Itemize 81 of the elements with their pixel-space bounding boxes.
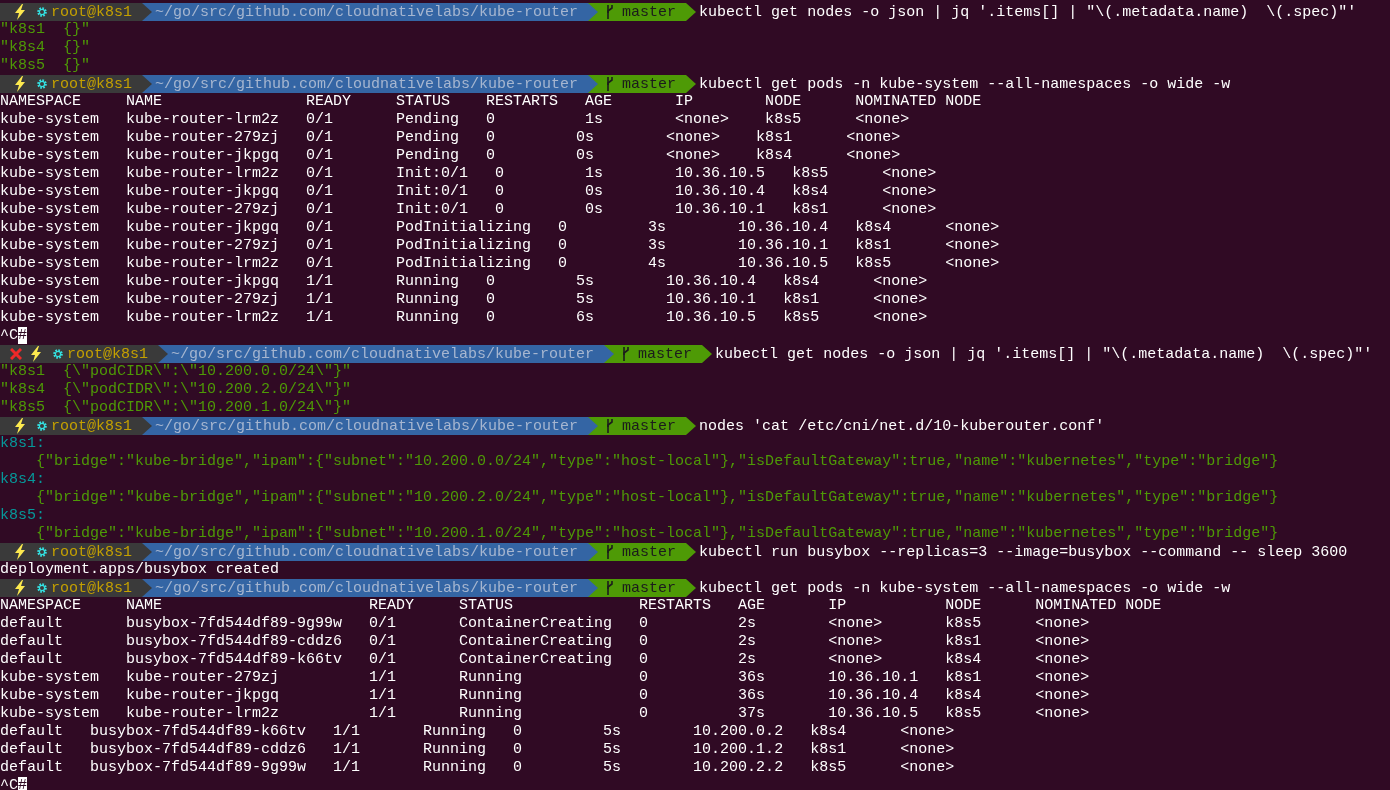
output-line: default busybox-7fd544df89-cddz6 1/1 Running 0 5s 10.200.1.2 k8s1 <none> (0, 741, 955, 758)
error-cross-icon (10, 348, 22, 360)
prompt-user: root@k8s1 (51, 543, 132, 561)
prompt-path: ~/go/src/github.com/cloudnativelabs/kube-router (155, 543, 579, 561)
output-line: "k8s1 {}" (0, 21, 90, 38)
prompt-user: root@k8s1 (67, 345, 148, 363)
output-line: kube-system kube-router-lrm2z 1/1 Running 0 37s 10.36.10.5 k8s5 <none> (0, 705, 1090, 722)
prompt-path: ~/go/src/github.com/cloudnativelabs/kube-router (171, 345, 595, 363)
command-text: kubectl get nodes -o json | jq '.items[] | "\(.metadata.name) \(.spec)"' (698, 3, 1357, 21)
output-line: kube-system kube-router-lrm2z 0/1 Pending 0 1s <none> k8s5 <none> (0, 111, 910, 128)
output-line: default busybox-7fd544df89-k66tv 1/1 Running 0 5s 10.200.0.2 k8s4 <none> (0, 723, 955, 740)
branch-icon (622, 347, 631, 361)
output-line: kube-system kube-router-jkpgq 1/1 Running 0 5s 10.36.10.4 k8s4 <none> (0, 273, 928, 290)
output-line: k8s4: (0, 471, 45, 488)
gear-icon (36, 420, 48, 432)
branch-name: master (622, 417, 677, 435)
gear-icon (36, 78, 48, 90)
output-line: default busybox-7fd544df89-k66tv 0/1 ContainerCreating 0 2s <none> k8s4 <none> (0, 651, 1090, 668)
prompt-user: root@k8s1 (51, 3, 132, 21)
prompt-path: ~/go/src/github.com/cloudnativelabs/kube-router (155, 3, 579, 21)
branch-icon (606, 581, 615, 595)
gear-icon (36, 6, 48, 18)
branch-name: master (622, 543, 677, 561)
output-line: NAMESPACE NAME READY STATUS RESTARTS AGE IP NODE NOMINATED NODE (0, 93, 982, 110)
lightning-icon (14, 418, 26, 434)
output-line: k8s1: (0, 435, 45, 452)
output-line: kube-system kube-router-lrm2z 1/1 Running 0 6s 10.36.10.5 k8s5 <none> (0, 309, 928, 326)
prompt-path: ~/go/src/github.com/cloudnativelabs/kube-router (155, 75, 579, 93)
gear-icon (52, 348, 64, 360)
command-text: nodes 'cat /etc/cni/net.d/10-kuberouter.conf' (698, 417, 1105, 435)
branch-icon (606, 545, 615, 559)
lightning-icon (14, 76, 26, 92)
branch-icon (606, 77, 615, 91)
prompt-path: ~/go/src/github.com/cloudnativelabs/kube-router (155, 417, 579, 435)
lightning-icon (14, 544, 26, 560)
output-line: "k8s5 {\"podCIDR\":\"10.200.1.0/24\"}" (0, 399, 352, 416)
output-line: kube-system kube-router-jkpgq 1/1 Running 0 36s 10.36.10.4 k8s4 <none> (0, 687, 1090, 704)
output-line: kube-system kube-router-jkpgq 0/1 PodInitializing 0 3s 10.36.10.4 k8s4 <none> (0, 219, 1000, 236)
prompt-user: root@k8s1 (51, 579, 132, 597)
gear-icon (36, 546, 48, 558)
output-line: "k8s4 {\"podCIDR\":\"10.200.2.0/24\"}" (0, 381, 352, 398)
output-line: kube-system kube-router-279zj 0/1 Init:0/1 0 0s 10.36.10.1 k8s1 <none> (0, 201, 937, 218)
lightning-icon (14, 580, 26, 596)
prompt-path: ~/go/src/github.com/cloudnativelabs/kube-router (155, 579, 579, 597)
output-line: default busybox-7fd544df89-cddz6 0/1 ContainerCreating 0 2s <none> k8s1 <none> (0, 633, 1090, 650)
command-text: kubectl run busybox --replicas=3 --image=busybox --command -- sleep 3600 (698, 543, 1348, 561)
output-line: kube-system kube-router-279zj 1/1 Running 0 5s 10.36.10.1 k8s1 <none> (0, 291, 928, 308)
lightning-icon (30, 346, 42, 362)
output-line: {"bridge":"kube-bridge","ipam":{"subnet":"10.200.1.0/24","type":"host-local"},"isDefaultGateway":true,"name":"kubernetes","type":"bridge"} (35, 525, 1279, 542)
branch-name: master (622, 579, 677, 597)
command-text: kubectl get pods -n kube-system --all-namespaces -o wide -w (698, 75, 1231, 93)
terminal-cursor: # (18, 327, 28, 344)
output-line: kube-system kube-router-jkpgq 0/1 Init:0/1 0 0s 10.36.10.4 k8s4 <none> (0, 183, 937, 200)
lightning-icon (14, 4, 26, 20)
branch-name: master (622, 3, 677, 21)
prompt-user: root@k8s1 (51, 75, 132, 93)
output-line: kube-system kube-router-lrm2z 0/1 Init:0/1 0 1s 10.36.10.5 k8s5 <none> (0, 165, 937, 182)
output-line: kube-system kube-router-279zj 0/1 PodInitializing 0 3s 10.36.10.1 k8s1 <none> (0, 237, 1000, 254)
prompt-user: root@k8s1 (51, 417, 132, 435)
terminal-cursor: # (18, 777, 28, 790)
branch-icon (606, 5, 615, 19)
output-line: "k8s4 {}" (0, 39, 90, 56)
output-line: kube-system kube-router-279zj 0/1 Pending 0 0s <none> k8s1 <none> (0, 129, 901, 146)
output-line: "k8s1 {\"podCIDR\":\"10.200.0.0/24\"}" (0, 363, 352, 380)
output-line: {"bridge":"kube-bridge","ipam":{"subnet":"10.200.2.0/24","type":"host-local"},"isDefaultGateway":true,"name":"kubernetes","type":"bridge"} (35, 489, 1279, 506)
command-text: kubectl get nodes -o json | jq '.items[] | "\(.metadata.name) \(.spec)"' (714, 345, 1373, 363)
output-line: k8s5: (0, 507, 45, 524)
branch-icon (606, 419, 615, 433)
output-line: {"bridge":"kube-bridge","ipam":{"subnet":"10.200.0.0/24","type":"host-local"},"isDefaultGateway":true,"name":"kubernetes","type":"bridge"} (35, 453, 1279, 470)
output-line: default busybox-7fd544df89-9g99w 1/1 Running 0 5s 10.200.2.2 k8s5 <none> (0, 759, 955, 776)
output-line: kube-system kube-router-lrm2z 0/1 PodInitializing 0 4s 10.36.10.5 k8s5 <none> (0, 255, 1000, 272)
output-line: kube-system kube-router-jkpgq 0/1 Pending 0 0s <none> k8s4 <none> (0, 147, 901, 164)
gear-icon (36, 582, 48, 594)
branch-name: master (622, 75, 677, 93)
output-line: default busybox-7fd544df89-9g99w 0/1 ContainerCreating 0 2s <none> k8s5 <none> (0, 615, 1090, 632)
output-line: "k8s5 {}" (0, 57, 90, 74)
output-line: kube-system kube-router-279zj 1/1 Running 0 36s 10.36.10.1 k8s1 <none> (0, 669, 1090, 686)
output-line: NAMESPACE NAME READY STATUS RESTARTS AGE IP NODE NOMINATED NODE (0, 597, 1162, 614)
command-text: kubectl get pods -n kube-system --all-namespaces -o wide -w (698, 579, 1231, 597)
branch-name: master (638, 345, 693, 363)
output-line: deployment.apps/busybox created (0, 561, 280, 578)
